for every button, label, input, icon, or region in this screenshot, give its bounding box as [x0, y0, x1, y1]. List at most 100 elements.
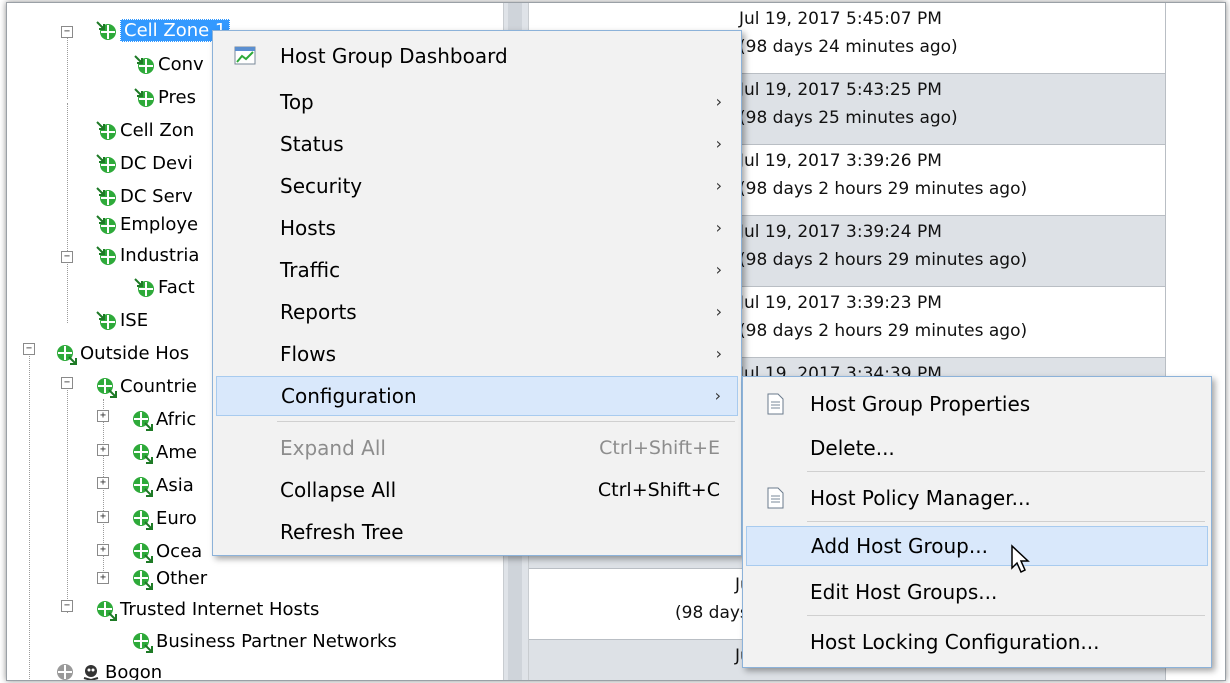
menu-item-label: Traffic — [280, 258, 341, 282]
host-group-inside-icon — [96, 311, 116, 330]
tree-node-label: Pres — [158, 87, 196, 108]
tree-node[interactable]: Industria — [95, 242, 199, 270]
collapse-toggle[interactable]: − — [23, 343, 35, 355]
submenu-arrow-icon: › — [715, 134, 722, 153]
tree-node[interactable]: Other — [131, 565, 207, 593]
host-group-outside-icon — [133, 570, 153, 590]
menu-item-top[interactable]: Top › — [216, 83, 738, 121]
tree-node[interactable]: Cell Zon — [95, 117, 194, 145]
collapse-toggle[interactable]: − — [61, 251, 73, 263]
host-group-outside-icon — [57, 664, 73, 680]
expand-toggle[interactable]: + — [97, 511, 109, 523]
menu-separator — [807, 521, 1205, 522]
tree-node[interactable]: ISE — [95, 307, 148, 335]
tree-node[interactable]: Asia — [131, 472, 194, 500]
tree-node[interactable]: Afric — [131, 406, 196, 434]
tree-node[interactable]: Trusted Internet Hosts — [95, 596, 319, 624]
submenu-arrow-icon: › — [715, 218, 722, 237]
menu-item-security[interactable]: Security › — [216, 167, 738, 205]
tree-node-label: Other — [156, 568, 208, 589]
menu-item-status[interactable]: Status › — [216, 125, 738, 163]
menu-item-reports[interactable]: Reports › — [216, 293, 738, 331]
tree-connector — [29, 343, 30, 680]
tree-node[interactable]: Outside Hos — [55, 340, 189, 368]
submenu-arrow-icon: › — [714, 386, 721, 405]
expand-toggle[interactable]: + — [97, 572, 109, 584]
tree-node-label: Bogon — [105, 662, 163, 680]
tree-node[interactable]: DC Serv — [95, 183, 193, 211]
menu-item-delete[interactable]: Delete... — [746, 429, 1208, 467]
host-group-inside-icon — [134, 55, 154, 74]
table-cell-ago: (98 days 2 hours 29 minutes ago) — [739, 250, 1028, 270]
table-cell-time: Jul 19, 2017 5:43:25 PM — [739, 80, 942, 100]
menu-item-label: Hosts — [280, 216, 336, 240]
menu-item-label: Host Locking Configuration... — [810, 630, 1100, 654]
tree-node[interactable]: Fact — [133, 274, 195, 302]
menu-item-label: Configuration — [281, 384, 417, 408]
tree-connector — [67, 383, 68, 613]
menu-separator — [807, 615, 1205, 616]
expand-toggle[interactable]: + — [97, 410, 109, 422]
menu-item-traffic[interactable]: Traffic › — [216, 251, 738, 289]
table-cell-time: Jul 19, 2017 3:39:26 PM — [739, 151, 942, 171]
menu-separator — [807, 471, 1205, 472]
menu-item-label: Host Policy Manager... — [810, 486, 1031, 510]
expand-toggle[interactable]: + — [97, 544, 109, 556]
tree-node-label: ISE — [120, 310, 149, 331]
tree-connector — [67, 103, 68, 323]
submenu-arrow-icon: › — [715, 260, 722, 279]
tree-node-label: DC Serv — [120, 186, 193, 207]
tree-node[interactable]: Cell Zone 1 — [95, 17, 231, 45]
menu-item-host-group-dashboard[interactable]: Host Group Dashboard — [216, 37, 738, 75]
collapse-toggle[interactable]: − — [61, 377, 73, 389]
tree-node-label: Conv — [158, 54, 204, 75]
menu-item-shortcut: Ctrl+Shift+C — [597, 479, 720, 501]
expand-toggle[interactable]: + — [97, 477, 109, 489]
menu-item-flows[interactable]: Flows › — [216, 335, 738, 373]
host-group-outside-icon — [133, 411, 153, 431]
collapse-toggle[interactable]: − — [61, 600, 73, 612]
submenu-arrow-icon: › — [715, 92, 722, 111]
submenu-arrow-icon: › — [715, 176, 722, 195]
tree-node-label: Cell Zon — [120, 120, 195, 141]
table-cell-ago: (98 days 24 minutes ago) — [739, 37, 958, 57]
menu-item-host-group-properties[interactable]: Host Group Properties — [746, 385, 1208, 423]
menu-item-add-host-group[interactable]: Add Host Group... — [746, 526, 1208, 566]
collapse-toggle[interactable]: − — [61, 26, 73, 38]
tree-node[interactable]: Euro — [131, 505, 197, 533]
expand-toggle[interactable]: + — [97, 444, 109, 456]
tree-node[interactable]: Pres — [133, 84, 196, 112]
tree-node[interactable]: DC Devi — [95, 150, 193, 178]
tree-node-label: Outside Hos — [80, 343, 190, 364]
tree-node[interactable]: Countrie — [95, 373, 197, 401]
host-group-outside-icon — [97, 601, 117, 621]
menu-item-edit-host-groups[interactable]: Edit Host Groups... — [746, 573, 1208, 611]
menu-item-expand-all[interactable]: Expand All Ctrl+Shift+E — [216, 429, 738, 467]
menu-item-label: Refresh Tree — [280, 520, 404, 544]
skull-icon — [83, 665, 99, 680]
menu-item-label: Expand All — [280, 436, 386, 460]
tree-node[interactable]: Business Partner Networks — [131, 628, 397, 656]
menu-item-label: Host Group Dashboard — [280, 44, 508, 68]
menu-separator — [277, 421, 735, 422]
tree-node[interactable]: Conv — [133, 51, 204, 79]
host-group-outside-icon — [57, 345, 77, 365]
menu-item-label: Reports — [280, 300, 357, 324]
host-group-inside-icon — [96, 21, 116, 40]
menu-item-label: Host Group Properties — [810, 392, 1031, 416]
host-group-inside-icon — [96, 246, 116, 265]
tree-node[interactable]: Employe — [95, 211, 198, 239]
tree-node[interactable]: Ame — [131, 439, 197, 467]
menu-item-collapse-all[interactable]: Collapse All Ctrl+Shift+C — [216, 471, 738, 509]
menu-item-label: Status — [280, 132, 344, 156]
menu-item-hosts[interactable]: Hosts › — [216, 209, 738, 247]
menu-item-configuration[interactable]: Configuration › — [216, 376, 738, 416]
menu-item-host-policy-manager[interactable]: Host Policy Manager... — [746, 479, 1208, 517]
menu-item-refresh-tree[interactable]: Refresh Tree — [216, 513, 738, 551]
document-icon — [767, 393, 784, 415]
table-cell-ago: (98 days 2 hours 29 minutes ago) — [739, 179, 1028, 199]
menu-item-host-locking-configuration[interactable]: Host Locking Configuration... — [746, 623, 1208, 661]
tree-node[interactable]: Bogon — [55, 659, 162, 680]
tree-node[interactable]: Ocea — [131, 538, 202, 566]
chart-icon — [234, 46, 256, 65]
